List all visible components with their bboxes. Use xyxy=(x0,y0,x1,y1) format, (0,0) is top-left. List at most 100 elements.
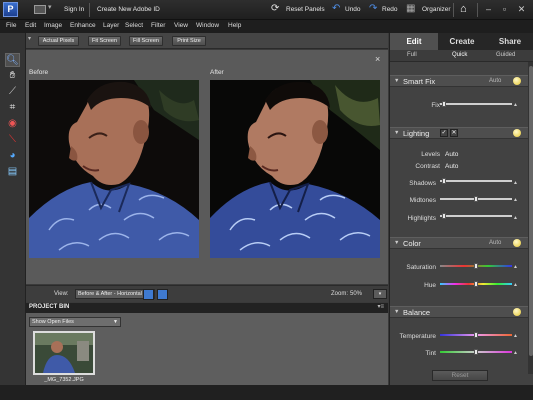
tint-slider-thumb[interactable] xyxy=(474,349,478,355)
make-dull-sky-blue-icon[interactable]: ▤ xyxy=(5,165,20,179)
lighting-header[interactable]: ▼ Lighting ✓ ✕ xyxy=(390,127,528,139)
slider-end-icon: ▲ xyxy=(513,264,518,270)
menu-image[interactable]: Image xyxy=(44,22,62,29)
chevron-down-icon[interactable]: ▾ xyxy=(28,35,31,42)
smart-fix-header[interactable]: ▼ Smart Fix Auto xyxy=(390,75,528,87)
reset-panels-icon[interactable]: ⟳ xyxy=(271,4,279,14)
sign-in-link[interactable]: Sign In xyxy=(64,6,84,13)
undo-icon[interactable]: ↶ xyxy=(332,4,340,14)
contrast-auto-button[interactable]: Auto xyxy=(445,163,458,170)
reset-button[interactable]: Reset xyxy=(432,370,488,381)
tab-share[interactable]: Share xyxy=(486,33,533,50)
levels-auto-button[interactable]: Auto xyxy=(445,151,458,158)
shadows-slider-thumb[interactable] xyxy=(442,178,447,184)
panel-tabs: Edit Create Share xyxy=(390,33,533,50)
view-select-value: Before & After - Horizontal xyxy=(78,291,142,297)
tab-quick[interactable]: Quick xyxy=(452,52,467,58)
lightbulb-icon[interactable] xyxy=(513,77,521,85)
levels-label: Levels xyxy=(421,151,440,158)
create-adobe-id-link[interactable]: Create New Adobe ID xyxy=(97,6,160,13)
thumbnail[interactable] xyxy=(33,331,95,375)
saturation-slider[interactable] xyxy=(440,263,512,269)
view-bar: View: Before & After - Horizontal ▼ Zoom… xyxy=(26,285,388,302)
color-header[interactable]: ▼ Color Auto xyxy=(390,237,528,249)
tab-create[interactable]: Create xyxy=(438,33,486,50)
restore-icon[interactable]: ▫ xyxy=(499,4,510,15)
hand-tool-icon[interactable]: ✋︎ xyxy=(5,69,20,83)
title-bar: P ▾ Sign In Create New Adobe ID ⟳ Reset … xyxy=(0,0,533,20)
fit-screen-button[interactable]: Fit Screen xyxy=(88,36,121,46)
menu-filter[interactable]: Filter xyxy=(151,22,165,29)
fix-slider[interactable] xyxy=(440,101,512,107)
menu-layer[interactable]: Layer xyxy=(103,22,119,29)
redo-icon[interactable]: ↷ xyxy=(369,4,377,14)
commit-check-icon[interactable]: ✓ xyxy=(440,129,448,137)
sync-views-icon[interactable] xyxy=(157,289,168,300)
saturation-slider-thumb[interactable] xyxy=(474,263,478,269)
midtones-slider[interactable] xyxy=(440,196,512,202)
fix-label: Fix xyxy=(431,102,440,109)
lightbulb-icon[interactable] xyxy=(513,129,521,137)
tab-edit[interactable]: Edit xyxy=(390,33,438,50)
reset-panels-button[interactable]: Reset Panels xyxy=(286,6,325,13)
shadows-slider[interactable] xyxy=(440,178,512,184)
balance-header[interactable]: ▼ Balance xyxy=(390,306,528,318)
organizer-icon[interactable]: ▦ xyxy=(406,4,415,14)
menu-window[interactable]: Window xyxy=(196,22,219,29)
tab-full[interactable]: Full xyxy=(407,52,417,58)
red-eye-tool-icon[interactable]: ◉ xyxy=(5,117,20,131)
slider-end-icon: ▲ xyxy=(513,333,518,339)
show-files-select[interactable]: Show Open Files ▼ xyxy=(29,317,121,327)
smart-fix-auto-button[interactable]: Auto xyxy=(489,78,501,84)
thumbnail-filename: _MG_7352.JPG xyxy=(44,377,84,383)
zoom-tool-icon[interactable]: 🔍︎ xyxy=(5,53,20,67)
temperature-slider[interactable] xyxy=(440,332,512,338)
panel-scrollbar-thumb[interactable] xyxy=(529,66,533,356)
menu-enhance[interactable]: Enhance xyxy=(70,22,96,29)
whiten-teeth-tool-icon[interactable]: ⟍ xyxy=(5,133,20,147)
lightbulb-icon[interactable] xyxy=(513,308,521,316)
menu-file[interactable]: File xyxy=(6,22,16,29)
highlights-slider[interactable] xyxy=(440,213,512,219)
menu-view[interactable]: View xyxy=(174,22,188,29)
slider-end-icon: ▲ xyxy=(513,282,518,288)
close-icon[interactable]: ✕ xyxy=(516,4,527,15)
tab-guided[interactable]: Guided xyxy=(496,52,515,58)
fix-slider-thumb[interactable] xyxy=(441,101,446,107)
collapse-triangle-icon: ▼ xyxy=(394,130,400,136)
temperature-slider-thumb[interactable] xyxy=(474,332,478,338)
quick-selection-tool-icon[interactable]: ⟋ xyxy=(5,85,20,99)
undo-button[interactable]: Undo xyxy=(345,6,361,13)
menu-select[interactable]: Select xyxy=(125,22,143,29)
zoom-dropdown-icon[interactable]: ▾ xyxy=(373,289,387,299)
highlights-slider-thumb[interactable] xyxy=(442,213,447,219)
after-photo[interactable] xyxy=(210,80,380,258)
panel-menu-icon[interactable]: ▾≡ xyxy=(377,303,384,310)
color-auto-button[interactable]: Auto xyxy=(489,240,501,246)
layout-icon[interactable] xyxy=(34,5,46,14)
panel-scrollbar[interactable] xyxy=(528,62,533,374)
home-icon[interactable]: ⌂ xyxy=(460,4,467,15)
menu-edit[interactable]: Edit xyxy=(25,22,36,29)
organizer-button[interactable]: Organizer xyxy=(422,6,451,13)
close-icon[interactable]: × xyxy=(375,54,380,64)
tint-slider[interactable] xyxy=(440,349,512,355)
before-photo-image xyxy=(29,80,199,258)
menu-help[interactable]: Help xyxy=(228,22,241,29)
hue-slider-thumb[interactable] xyxy=(474,281,478,287)
midtones-slider-thumb[interactable] xyxy=(474,196,478,202)
crop-tool-icon[interactable]: ⌗ xyxy=(5,101,20,115)
swap-views-icon[interactable] xyxy=(143,289,154,300)
zoom-value[interactable]: 50% xyxy=(350,291,362,297)
cancel-x-icon[interactable]: ✕ xyxy=(450,129,458,137)
actual-pixels-button[interactable]: Actual Pixels xyxy=(38,36,79,46)
chevron-down-icon[interactable]: ▾ xyxy=(48,3,52,11)
minimize-icon[interactable]: – xyxy=(483,4,494,15)
lightbulb-icon[interactable] xyxy=(513,239,521,247)
redo-button[interactable]: Redo xyxy=(382,6,398,13)
hue-slider[interactable] xyxy=(440,281,512,287)
before-photo[interactable] xyxy=(29,80,199,258)
spot-healing-tool-icon[interactable]: ◕ xyxy=(5,149,20,163)
print-size-button[interactable]: Print Size xyxy=(172,36,206,46)
fill-screen-button[interactable]: Fill Screen xyxy=(129,36,163,46)
